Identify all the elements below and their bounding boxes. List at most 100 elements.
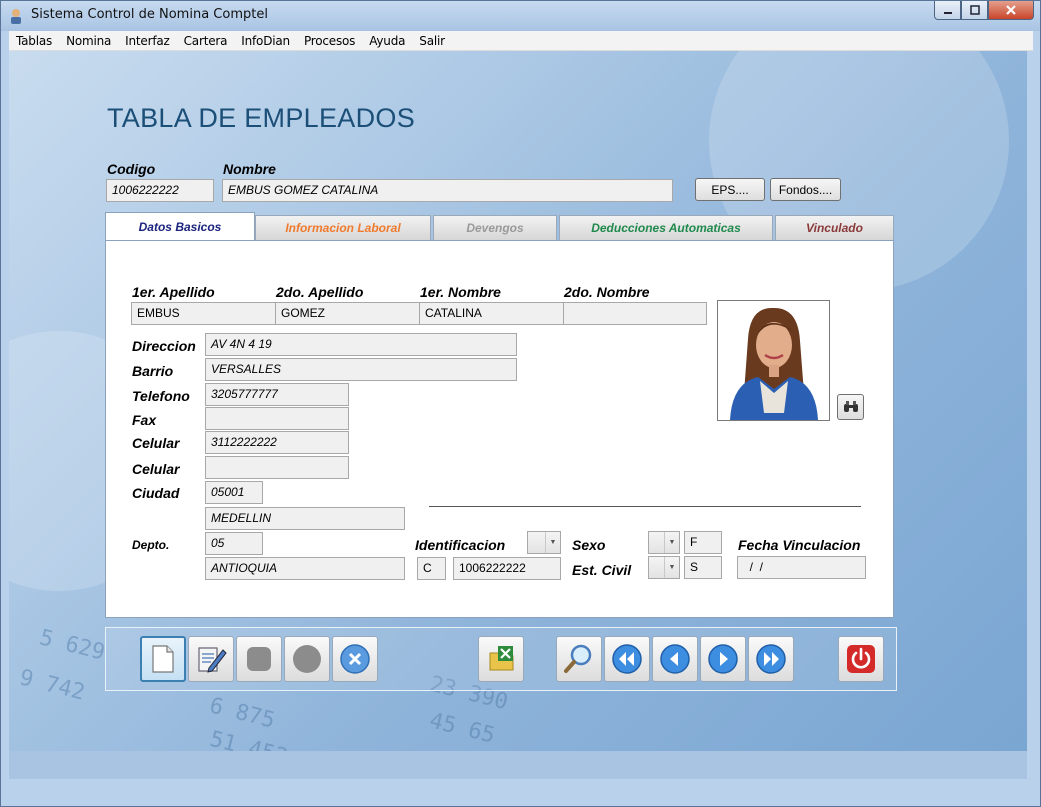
nombre1-label: 1er. Nombre	[420, 284, 501, 300]
search-photo-button[interactable]	[837, 394, 864, 420]
employee-photo-image	[718, 301, 829, 420]
employee-photo	[717, 300, 830, 421]
tab-devengos[interactable]: Devengos	[433, 215, 557, 240]
fecha-vinculacion-field[interactable]: / /	[737, 556, 866, 579]
estcivil-label: Est. Civil	[572, 562, 632, 578]
sexo-select[interactable]: ▼	[648, 531, 680, 554]
celular2-label: Celular	[132, 461, 180, 477]
menu-salir[interactable]: Salir	[412, 34, 452, 48]
last-record-button[interactable]	[748, 636, 794, 682]
celular-label: Celular	[132, 435, 180, 451]
fax-field[interactable]	[205, 407, 349, 430]
background-decoration: 45 65	[426, 708, 498, 749]
identificacion-number-field[interactable]: 1006222222	[453, 557, 561, 580]
undo-icon	[293, 645, 321, 673]
codigo-field[interactable]: 1006222222	[106, 179, 214, 202]
title-bar: Sistema Control de Nomina Comptel	[1, 1, 1040, 31]
next-record-button[interactable]	[700, 636, 746, 682]
identificacion-type-select[interactable]: ▼	[527, 531, 561, 554]
save-icon	[247, 647, 271, 671]
binoculars-icon	[843, 401, 858, 412]
estcivil-select[interactable]: ▼	[648, 556, 680, 579]
window-frame-bottom	[9, 779, 1033, 799]
apellido1-label: 1er. Apellido	[132, 284, 215, 300]
search-record-button[interactable]	[556, 636, 602, 682]
depto-code-field[interactable]: 05	[205, 532, 263, 555]
background-decoration: 51 452	[207, 726, 291, 751]
previous-record-button[interactable]	[652, 636, 698, 682]
minimize-button[interactable]	[934, 1, 961, 20]
codigo-label: Codigo	[107, 161, 156, 177]
depto-name-field: ANTIOQUIA	[205, 557, 405, 580]
barrio-field[interactable]: VERSALLES	[205, 358, 517, 381]
celular2-field[interactable]	[205, 456, 349, 479]
window-title: Sistema Control de Nomina Comptel	[31, 7, 268, 22]
app-icon	[11, 9, 21, 24]
delete-record-button[interactable]	[332, 636, 378, 682]
last-icon	[756, 644, 786, 674]
menu-ayuda[interactable]: Ayuda	[362, 34, 412, 48]
tab-label: Deducciones Automaticas	[591, 221, 741, 235]
next-icon	[708, 644, 738, 674]
nombre2-field[interactable]	[563, 302, 707, 325]
eps-button[interactable]: EPS....	[695, 178, 765, 201]
dropdown-arrow-icon: ▼	[664, 532, 679, 553]
maximize-icon	[969, 5, 980, 15]
menu-infodian[interactable]: InfoDian	[234, 34, 297, 48]
exit-button[interactable]	[838, 636, 884, 682]
menu-tablas[interactable]: Tablas	[9, 34, 59, 48]
nombre2-label: 2do. Nombre	[564, 284, 650, 300]
first-record-button[interactable]	[604, 636, 650, 682]
search-icon	[564, 644, 592, 673]
fecha-vinculacion-label: Fecha Vinculacion	[738, 537, 861, 553]
nombre-field[interactable]: EMBUS GOMEZ CATALINA	[222, 179, 673, 202]
edit-icon	[198, 647, 227, 673]
separator-line	[429, 506, 861, 507]
edit-record-button[interactable]	[188, 636, 234, 682]
window-bottom-area	[9, 751, 1027, 779]
ciudad-name-field: MEDELLIN	[205, 507, 405, 530]
direccion-field[interactable]: AV 4N 4 19	[205, 333, 517, 356]
nombre1-field[interactable]: CATALINA	[419, 302, 564, 325]
estcivil-field: S	[684, 556, 722, 579]
export-excel-button[interactable]	[478, 636, 524, 682]
maximize-button[interactable]	[961, 1, 988, 20]
main-area: 5 629 9 742 6 875 51 452 23 390 45 65 TA…	[9, 51, 1027, 751]
sexo-label: Sexo	[572, 537, 606, 553]
celular-field[interactable]: 3112222222	[205, 431, 349, 454]
dropdown-arrow-icon: ▼	[664, 557, 679, 578]
close-button[interactable]	[988, 1, 1034, 20]
dropdown-arrow-icon: ▼	[545, 532, 560, 553]
delete-icon	[340, 644, 370, 674]
excel-icon	[489, 646, 514, 671]
menu-interfaz[interactable]: Interfaz	[118, 34, 176, 48]
menu-procesos[interactable]: Procesos	[297, 34, 362, 48]
undo-record-button[interactable]	[284, 636, 330, 682]
save-record-button[interactable]	[236, 636, 282, 682]
minimize-icon	[943, 12, 952, 14]
nombre-label: Nombre	[223, 161, 276, 177]
tab-informacion-laboral[interactable]: Informacion Laboral	[255, 215, 431, 240]
tab-label: Devengos	[466, 221, 524, 235]
ciudad-code-field[interactable]: 05001	[205, 481, 263, 504]
apellido2-field[interactable]: GOMEZ	[275, 302, 420, 325]
power-icon	[847, 645, 875, 673]
page-title: TABLA DE EMPLEADOS	[107, 103, 416, 133]
menu-nomina[interactable]: Nomina	[59, 34, 118, 48]
apellido2-label: 2do. Apellido	[276, 284, 364, 300]
background-decoration: 5 629	[36, 625, 108, 666]
apellido1-field[interactable]: EMBUS	[131, 302, 276, 325]
telefono-label: Telefono	[132, 388, 190, 404]
tab-vinculado[interactable]: Vinculado	[775, 215, 894, 240]
identificacion-label: Identificacion	[415, 537, 506, 553]
first-icon	[612, 644, 642, 674]
tab-datos-basicos[interactable]: Datos Basicos	[105, 212, 255, 240]
new-icon	[152, 645, 174, 673]
tab-deducciones-automaticas[interactable]: Deducciones Automaticas	[559, 215, 773, 240]
app-window: Sistema Control de Nomina Comptel Tablas…	[0, 0, 1041, 807]
menu-cartera[interactable]: Cartera	[177, 34, 235, 48]
new-record-button[interactable]	[140, 636, 186, 682]
fondos-button[interactable]: Fondos....	[770, 178, 841, 201]
close-icon	[1006, 5, 1016, 15]
telefono-field[interactable]: 3205777777	[205, 383, 349, 406]
